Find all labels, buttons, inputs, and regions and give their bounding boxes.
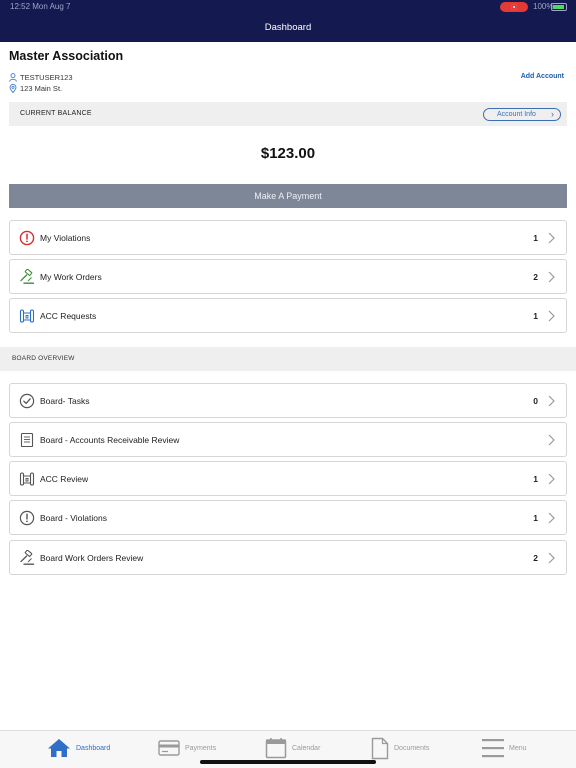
list-item-label: Board Work Orders Review: [40, 553, 144, 563]
document-icon: [371, 737, 389, 759]
chevron-right-icon: [548, 434, 555, 446]
list-item-label: My Violations: [40, 233, 91, 243]
list-item-count: 2: [533, 553, 538, 563]
blueprint-icon: [19, 309, 35, 323]
add-account-link[interactable]: Add Account: [521, 73, 564, 80]
address-row: 123 Main St.: [9, 84, 62, 93]
alert-circle-icon: [19, 510, 35, 526]
list-item-board-work-orders[interactable]: Board Work Orders Review 2: [9, 540, 567, 575]
association-title: Master Association: [9, 49, 124, 63]
tab-dashboard[interactable]: Dashboard: [47, 735, 110, 761]
tab-documents[interactable]: Documents: [371, 735, 429, 761]
location-pin-icon: [9, 84, 17, 93]
board-overview-header: BOARD OVERVIEW: [0, 347, 576, 371]
list-item-count: 0: [533, 396, 538, 406]
balance-amount: $123.00: [260, 145, 316, 162]
list-item-count: 2: [533, 272, 538, 282]
list-item-board-violations[interactable]: Board - Violations 1: [9, 500, 567, 535]
list-item-count: 1: [533, 311, 538, 321]
username-row: TESTUSER123: [9, 73, 73, 82]
chevron-right-icon: ›: [551, 109, 554, 119]
tab-label: Documents: [394, 744, 430, 752]
list-item-label: ACC Requests: [40, 311, 97, 321]
list-item-count: 1: [533, 474, 538, 484]
account-info-button[interactable]: Account Info ›: [483, 108, 561, 121]
nav-bar: Dashboard: [0, 14, 576, 42]
card-icon: [158, 740, 180, 756]
tab-label: Menu: [509, 744, 527, 752]
blueprint-icon: [19, 472, 35, 486]
tab-label: Calendar: [292, 744, 321, 752]
tab-calendar[interactable]: Calendar: [265, 735, 320, 761]
username: TESTUSER123: [20, 73, 73, 82]
make-payment-button[interactable]: Make A Payment: [9, 184, 567, 208]
list-item-count: 1: [533, 513, 538, 523]
home-indicator: [200, 760, 376, 764]
menu-icon: [482, 739, 504, 758]
account-info-label: Account Info: [497, 111, 536, 118]
chevron-right-icon: [548, 232, 555, 244]
battery-icon: [551, 3, 567, 11]
check-circle-icon: [19, 393, 35, 409]
ledger-icon: [20, 432, 34, 448]
list-item-label: Board - Accounts Receivable Review: [40, 435, 180, 445]
current-balance-label: CURRENT BALANCE: [20, 110, 92, 117]
alert-circle-icon: [19, 230, 35, 246]
chevron-right-icon: [548, 552, 555, 564]
list-item-label: Board - Violations: [40, 513, 107, 523]
list-item-label: ACC Review: [40, 474, 89, 484]
current-balance-bar: CURRENT BALANCE Account Info ›: [9, 102, 567, 126]
list-item-board-accounts-receivable[interactable]: Board - Accounts Receivable Review: [9, 422, 567, 457]
screen-record-icon: [500, 2, 528, 12]
tab-menu[interactable]: Menu: [482, 735, 527, 761]
list-item-count: 1: [533, 233, 538, 243]
tab-label: Dashboard: [76, 744, 111, 752]
status-time: 12:52 Mon Aug 7: [10, 2, 71, 11]
list-item-label: Board- Tasks: [40, 396, 90, 406]
tab-payments[interactable]: Payments: [158, 735, 216, 761]
board-overview-label: BOARD OVERVIEW: [12, 355, 75, 362]
list-item-board-tasks[interactable]: Board- Tasks 0: [9, 383, 567, 418]
chevron-right-icon: [548, 512, 555, 524]
list-item-label: My Work Orders: [40, 272, 102, 282]
address: 123 Main St.: [20, 84, 63, 93]
status-bar: 12:52 Mon Aug 7 100%: [0, 0, 576, 14]
home-icon: [48, 739, 70, 757]
chevron-right-icon: [548, 310, 555, 322]
tab-label: Payments: [185, 744, 217, 752]
list-item-acc-requests[interactable]: ACC Requests 1: [9, 298, 567, 333]
gavel-icon: [20, 269, 35, 284]
user-icon: [9, 73, 17, 82]
gavel-icon: [20, 550, 35, 565]
calendar-icon: [265, 738, 287, 759]
list-item-acc-review[interactable]: ACC Review 1: [9, 461, 567, 496]
chevron-right-icon: [548, 395, 555, 407]
list-item-my-violations[interactable]: My Violations 1: [9, 220, 567, 255]
list-item-my-work-orders[interactable]: My Work Orders 2: [9, 259, 567, 294]
page-title: Dashboard: [264, 22, 312, 33]
chevron-right-icon: [548, 473, 555, 485]
chevron-right-icon: [548, 271, 555, 283]
